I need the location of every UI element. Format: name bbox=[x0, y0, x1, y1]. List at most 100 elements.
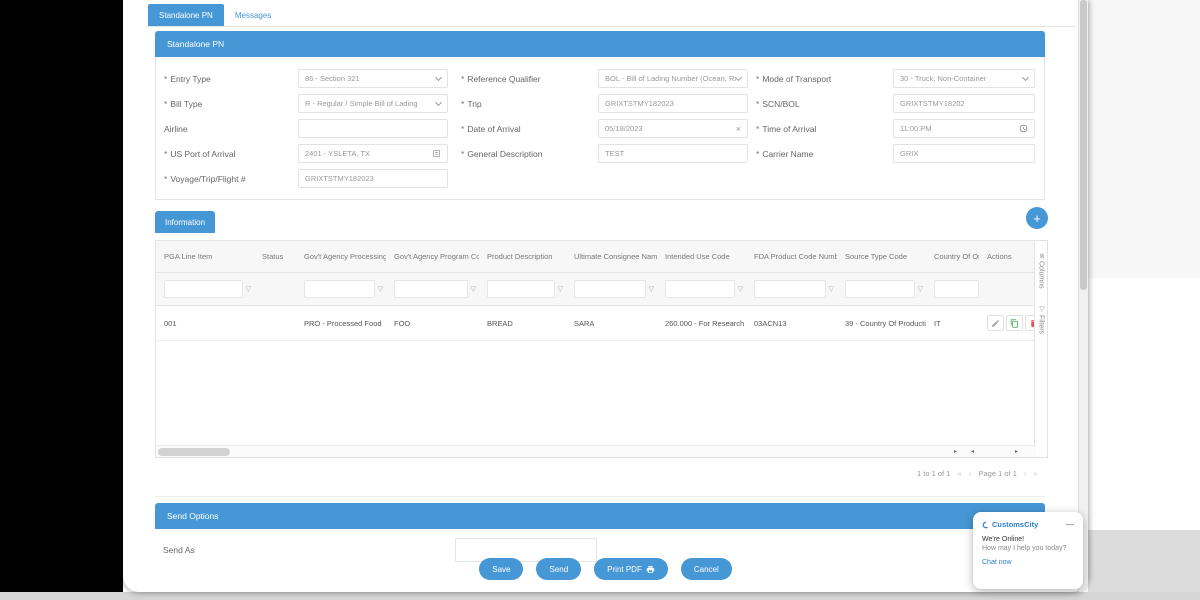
plus-icon: + bbox=[1033, 211, 1041, 226]
filter-funnel-icon[interactable]: ▽ bbox=[378, 285, 383, 293]
chat-widget: CustomsCity — We're Online! How may I he… bbox=[973, 512, 1083, 589]
scrollbar-thumb[interactable] bbox=[1080, 0, 1087, 290]
column-header-source-type[interactable]: Source Type Code bbox=[837, 241, 926, 272]
required-asterisk: * bbox=[461, 99, 464, 109]
cell-country-of-origin: IT bbox=[926, 319, 979, 328]
next-page-icon[interactable]: › bbox=[1024, 469, 1027, 478]
filter-funnel-icon[interactable]: ▽ bbox=[829, 285, 834, 293]
mode-of-transport-select[interactable]: 30 - Truck, Non-Container bbox=[893, 69, 1035, 88]
form-column-3: *Mode of Transport 30 - Truck, Non-Conta… bbox=[756, 69, 1035, 169]
filter-input-country-of-origin[interactable] bbox=[934, 280, 979, 298]
tab-messages[interactable]: Messages bbox=[224, 4, 282, 26]
carrier-name-input[interactable]: GRIX bbox=[893, 144, 1035, 163]
bill-type-select[interactable]: R - Regular / Simple Bill of Lading bbox=[298, 94, 448, 113]
side-panel-columns-tab[interactable]: ≣Columns bbox=[1037, 253, 1045, 289]
scroll-left-icon[interactable]: ◂ bbox=[971, 449, 988, 455]
column-header-actions: Actions bbox=[979, 241, 1036, 272]
filter-funnel-icon[interactable]: ▽ bbox=[738, 285, 743, 293]
field-reference-qualifier: *Reference Qualifier BOL - Bill of Ladin… bbox=[461, 69, 748, 88]
time-of-arrival-input[interactable]: 11:00 PM bbox=[893, 119, 1035, 138]
required-asterisk: * bbox=[756, 99, 759, 109]
send-button[interactable]: Send bbox=[536, 558, 581, 580]
panel-header-send-options: Send Options bbox=[155, 503, 1045, 529]
save-button[interactable]: Save bbox=[479, 558, 523, 580]
entry-type-select[interactable]: 86 - Section 321 bbox=[298, 69, 448, 88]
required-asterisk: * bbox=[164, 74, 167, 84]
tab-standalone-pn[interactable]: Standalone PN bbox=[148, 4, 224, 26]
general-description-label: General Description bbox=[467, 149, 542, 159]
cell-pga-line-item: 001 bbox=[156, 319, 254, 328]
page-vertical-scrollbar[interactable] bbox=[1078, 0, 1088, 592]
column-header-status[interactable]: Status bbox=[254, 241, 296, 272]
column-header-product-description[interactable]: Product Description bbox=[479, 241, 566, 272]
filter-funnel-icon: ▽ bbox=[1037, 305, 1045, 313]
voyage-input[interactable]: GRIXTSTMY182023 bbox=[298, 169, 448, 188]
first-page-icon[interactable]: « bbox=[957, 469, 961, 478]
edit-row-button[interactable] bbox=[987, 315, 1004, 331]
filter-funnel-icon[interactable]: ▽ bbox=[649, 285, 654, 293]
filter-input-intended-use[interactable] bbox=[665, 280, 735, 298]
trip-input[interactable]: GRIXTSTMY182023 bbox=[598, 94, 748, 113]
filter-funnel-icon[interactable]: ▽ bbox=[471, 285, 476, 293]
field-trip: *Trip GRIXTSTMY182023 bbox=[461, 94, 748, 113]
chat-now-link[interactable]: Chat now bbox=[982, 559, 1074, 566]
date-of-arrival-input[interactable]: 05/18/2023× bbox=[598, 119, 748, 138]
copy-row-button[interactable] bbox=[1006, 315, 1023, 331]
clock-icon[interactable] bbox=[1019, 120, 1028, 138]
scrollbar-thumb[interactable] bbox=[158, 448, 230, 456]
scroll-right-end-icon[interactable]: ▸ bbox=[1015, 448, 1018, 455]
field-airline: Airline bbox=[164, 119, 448, 138]
column-header-country-of-origin[interactable]: Country Of Origin bbox=[926, 241, 979, 272]
grid-horizontal-scrollbar[interactable]: ▸◂ ▸ bbox=[156, 445, 1036, 457]
clear-date-icon[interactable]: × bbox=[736, 124, 741, 134]
minimize-chat-icon[interactable]: — bbox=[1066, 523, 1074, 527]
column-header-gov-agency-processing[interactable]: Gov't Agency Processing C... bbox=[296, 241, 386, 272]
bill-type-label: Bill Type bbox=[170, 99, 202, 109]
cancel-button[interactable]: Cancel bbox=[681, 558, 732, 580]
filter-input-fda-product-code[interactable] bbox=[754, 280, 826, 298]
grid-filter-row: ▽ ▽ ▽ ▽ ▽ ▽ ▽ ▽ bbox=[156, 273, 1034, 306]
required-asterisk: * bbox=[164, 149, 167, 159]
port-lookup-icon[interactable] bbox=[432, 145, 441, 163]
last-page-icon[interactable]: » bbox=[1034, 469, 1038, 478]
previous-page-icon[interactable]: ‹ bbox=[969, 469, 972, 478]
tab-information[interactable]: Information bbox=[155, 211, 215, 233]
required-asterisk: * bbox=[461, 124, 464, 134]
add-line-item-button[interactable]: + bbox=[1026, 207, 1048, 229]
filter-input-gov-agency-program[interactable] bbox=[394, 280, 468, 298]
column-header-intended-use[interactable]: Intended Use Code bbox=[657, 241, 746, 272]
cell-source-type: 39 - Country Of Production bbox=[837, 319, 926, 328]
filter-funnel-icon[interactable]: ▽ bbox=[246, 285, 251, 293]
column-header-fda-product-code[interactable]: FDA Product Code Number bbox=[746, 241, 837, 272]
us-port-lookup[interactable]: 2401 - YSLETA, TX bbox=[298, 144, 448, 163]
scn-bol-input[interactable]: GRIXTSTMY18202 bbox=[893, 94, 1035, 113]
general-description-input[interactable]: TEST bbox=[598, 144, 748, 163]
reference-qualifier-select[interactable]: BOL - Bill of Lading Number (Ocean, Rail… bbox=[598, 69, 748, 88]
trip-label: Trip bbox=[467, 99, 481, 109]
filter-input-source-type[interactable] bbox=[845, 280, 915, 298]
background-left bbox=[0, 0, 123, 592]
column-header-pga-line-item[interactable]: PGA Line Item bbox=[156, 241, 254, 272]
filter-funnel-icon[interactable]: ▽ bbox=[918, 285, 923, 293]
airline-input[interactable] bbox=[298, 119, 448, 138]
column-header-ultimate-consignee[interactable]: Ultimate Consignee Name bbox=[566, 241, 657, 272]
standalone-pn-form: *Entry Type 86 - Section 321 *Bill Type … bbox=[155, 57, 1045, 200]
filter-input-ultimate-consignee[interactable] bbox=[574, 280, 646, 298]
scroll-right-icon[interactable]: ▸ bbox=[954, 449, 971, 455]
filter-input-gov-agency-processing[interactable] bbox=[304, 280, 375, 298]
date-of-arrival-label: Date of Arrival bbox=[467, 124, 520, 134]
table-row[interactable]: 001 PRO - Processed Food FOO BREAD SARA … bbox=[156, 306, 1034, 341]
us-port-label: US Port of Arrival bbox=[170, 149, 235, 159]
side-panel-filters-tab[interactable]: ▽Filters bbox=[1037, 305, 1045, 334]
print-pdf-button[interactable]: Print PDF bbox=[594, 558, 668, 580]
field-date-of-arrival: *Date of Arrival 05/18/2023× bbox=[461, 119, 748, 138]
required-asterisk: * bbox=[164, 174, 167, 184]
filter-funnel-icon[interactable]: ▽ bbox=[558, 285, 563, 293]
column-header-gov-agency-program[interactable]: Gov't Agency Program Code bbox=[386, 241, 479, 272]
filter-input-pga-line-item[interactable] bbox=[164, 280, 243, 298]
filter-input-product-description[interactable] bbox=[487, 280, 555, 298]
panel-header-standalone-pn: Standalone PN bbox=[155, 31, 1045, 57]
field-time-of-arrival: *Time of Arrival 11:00 PM bbox=[756, 119, 1035, 138]
carrier-name-label: Carrier Name bbox=[762, 149, 813, 159]
required-asterisk: * bbox=[461, 74, 464, 84]
